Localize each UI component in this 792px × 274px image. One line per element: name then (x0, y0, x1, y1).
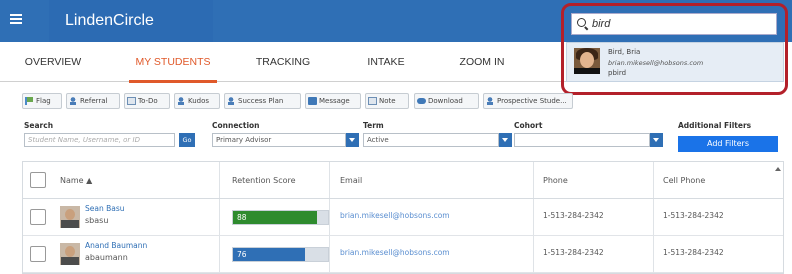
student-photo (60, 243, 80, 265)
tab-intake[interactable]: INTAKE (360, 42, 412, 82)
hamburger-menu-icon[interactable] (10, 14, 22, 24)
phone: 1-513-284-2342 (543, 211, 604, 220)
retention-score-value: 88 (237, 213, 247, 222)
connection-select[interactable]: Primary Advisor (212, 133, 346, 147)
result-username: pbird (608, 69, 627, 77)
referral-icon (69, 97, 78, 105)
prospective-students-icon (486, 97, 495, 105)
row-checkbox[interactable] (30, 246, 46, 262)
column-header-cell-phone[interactable]: Cell Phone (663, 162, 705, 199)
app-name: LindenCircle (49, 0, 213, 42)
global-search-input[interactable] (592, 16, 772, 32)
result-name: Bird, Bria (608, 48, 641, 56)
search-result-item[interactable]: Bird, Bria brian.mikesell@hobsons.com pb… (566, 42, 784, 82)
student-username: sbasu (85, 216, 109, 225)
column-header-email[interactable]: Email (340, 162, 362, 199)
search-filter-label: Search (24, 121, 54, 130)
prospective-students-button[interactable]: Prospective Stude... (483, 93, 573, 109)
column-header-retention-score[interactable]: Retention Score (232, 162, 296, 199)
row-checkbox[interactable] (30, 209, 46, 225)
cell-phone: 1-513-284-2342 (663, 248, 724, 257)
go-button[interactable]: Go (179, 133, 195, 147)
success-plan-icon (227, 97, 236, 105)
student-username: abaumann (85, 253, 128, 262)
retention-score-bar: 88 (232, 210, 329, 225)
todo-button[interactable]: To-Do (124, 93, 170, 109)
result-email: brian.mikesell@hobsons.com (608, 59, 704, 67)
student-name-link[interactable]: Anand Baumann (85, 241, 147, 250)
success-plan-button[interactable]: Success Plan (224, 93, 301, 109)
chevron-down-icon[interactable] (650, 133, 663, 147)
retention-score-bar: 76 (232, 247, 329, 262)
kudos-icon (177, 97, 186, 105)
student-photo (60, 206, 80, 228)
column-header-phone[interactable]: Phone (543, 162, 568, 199)
additional-filters-label: Additional Filters (678, 121, 752, 130)
main-tabs: OVERVIEW MY STUDENTS TRACKING INTAKE ZOO… (0, 42, 566, 83)
email-link[interactable]: brian.mikesell@hobsons.com (340, 248, 450, 257)
cohort-select[interactable] (514, 133, 650, 147)
global-search[interactable] (571, 13, 777, 35)
envelope-icon (308, 97, 317, 105)
term-select[interactable]: Active (363, 133, 499, 147)
tab-overview[interactable]: OVERVIEW (22, 42, 84, 82)
flag-icon (25, 97, 34, 105)
retention-score-fill: 88 (233, 211, 317, 224)
flag-button[interactable]: Flag (22, 93, 62, 109)
student-search-input[interactable]: Student Name, Username, or ID (24, 133, 175, 147)
tab-tracking[interactable]: TRACKING (250, 42, 316, 82)
referral-button[interactable]: Referral (66, 93, 120, 109)
cloud-download-icon (417, 98, 426, 104)
search-icon (577, 18, 586, 27)
tab-zoom-in[interactable]: ZOOM IN (453, 42, 511, 82)
retention-score-value: 76 (237, 250, 247, 259)
retention-score-fill: 76 (233, 248, 306, 261)
connection-label: Connection (212, 121, 260, 130)
table-header: Name ▲ Retention Score Email Phone Cell … (23, 162, 783, 199)
email-link[interactable]: brian.mikesell@hobsons.com (340, 211, 450, 220)
avatar (574, 48, 600, 74)
cell-phone: 1-513-284-2342 (663, 211, 724, 220)
phone: 1-513-284-2342 (543, 248, 604, 257)
select-all-checkbox[interactable] (30, 172, 46, 188)
download-button[interactable]: Download (414, 93, 479, 109)
term-label: Term (363, 121, 384, 130)
chevron-down-icon[interactable] (499, 133, 512, 147)
column-header-name[interactable]: Name ▲ (60, 162, 92, 199)
message-button[interactable]: Message (305, 93, 361, 109)
note-button[interactable]: Note (365, 93, 409, 109)
app-header: LindenCircle (0, 0, 792, 42)
students-table: Name ▲ Retention Score Email Phone Cell … (22, 161, 784, 274)
todo-icon (127, 97, 136, 105)
student-name-link[interactable]: Sean Basu (85, 204, 125, 213)
chevron-down-icon[interactable] (346, 133, 359, 147)
table-row: Sean Basu sbasu 88 brian.mikesell@hobson… (23, 199, 783, 236)
cohort-label: Cohort (514, 121, 543, 130)
scroll-up-arrow-icon[interactable] (775, 167, 781, 171)
kudos-button[interactable]: Kudos (174, 93, 220, 109)
note-icon (368, 97, 377, 105)
add-filters-button[interactable]: Add Filters (678, 136, 778, 152)
table-row: Anand Baumann abaumann 76 brian.mikesell… (23, 236, 783, 273)
tab-my-students[interactable]: MY STUDENTS (129, 42, 217, 83)
